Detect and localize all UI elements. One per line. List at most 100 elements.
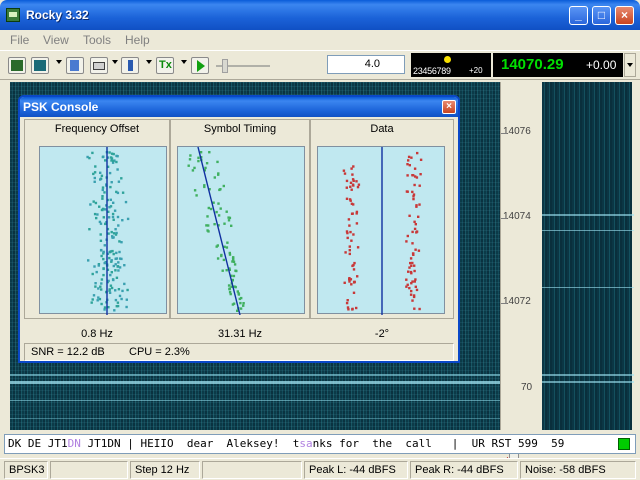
- scatter-point: [209, 207, 213, 211]
- menu-file[interactable]: File: [10, 33, 29, 47]
- waterfall-dropdown-icon[interactable]: [56, 60, 62, 64]
- scatter-point: [236, 290, 239, 293]
- scatter-point: [225, 246, 229, 249]
- scatter-point: [220, 253, 223, 257]
- frequency-offset-panel: Frequency Offset 0.8 Hz: [24, 119, 170, 340]
- scatter-point: [104, 159, 107, 162]
- scatter-point: [203, 185, 206, 189]
- scatter-point: [99, 171, 102, 174]
- symbol-timing-scatter: [187, 146, 245, 316]
- scatter-point: [232, 258, 235, 261]
- digit-offset: +20: [469, 66, 483, 75]
- scatter-point: [109, 198, 112, 201]
- scatter-point: [108, 291, 112, 294]
- scatter-point: [232, 302, 236, 305]
- scatter-point: [191, 169, 195, 172]
- scatter-point: [411, 190, 414, 194]
- scatter-point: [96, 299, 99, 302]
- scatter-point: [408, 286, 411, 290]
- scatter-point: [349, 230, 352, 234]
- close-button[interactable]: ×: [615, 6, 634, 25]
- receive-icon: [11, 60, 23, 71]
- frequency-offset: +0.00: [586, 58, 617, 72]
- scatter-point: [355, 306, 358, 310]
- transmit-tool-button[interactable]: Tx: [156, 57, 174, 74]
- scatter-point: [110, 286, 114, 290]
- speed-input[interactable]: 4.0: [327, 55, 405, 74]
- scatter-point: [206, 215, 209, 218]
- receive-tool-button[interactable]: [8, 57, 26, 74]
- console-close-button[interactable]: ×: [442, 100, 456, 114]
- menu-view[interactable]: View: [43, 33, 69, 47]
- scatter-point: [112, 159, 115, 163]
- scatter-point: [101, 188, 104, 192]
- scatter-point: [109, 250, 112, 254]
- scatter-point: [125, 298, 128, 301]
- scatter-point: [350, 239, 353, 242]
- scatter-point: [114, 257, 117, 260]
- mode-status[interactable]: BPSK3: [4, 461, 48, 479]
- mic-dropdown-icon[interactable]: [146, 60, 152, 64]
- scatter-point: [348, 252, 351, 256]
- frequency-scale[interactable]: 14076 14074 14072 70: [500, 82, 536, 478]
- scatter-point: [100, 278, 104, 281]
- scatter-point: [235, 269, 238, 273]
- scatter-point: [413, 307, 416, 310]
- scatter-point: [207, 206, 210, 210]
- scatter-point: [419, 173, 422, 176]
- scatter-point: [112, 218, 115, 221]
- mic-tool-button[interactable]: [121, 57, 139, 74]
- radio-tool-button[interactable]: [90, 57, 108, 74]
- radio-dropdown-icon[interactable]: [112, 60, 118, 64]
- scatter-point: [114, 228, 117, 231]
- wide-waterfall-display[interactable]: [540, 82, 634, 430]
- rx-text-faint: DN: [67, 437, 81, 450]
- scatter-point: [112, 201, 115, 204]
- menu-tools[interactable]: Tools: [83, 33, 111, 47]
- menu-help[interactable]: Help: [125, 33, 150, 47]
- scatter-point: [126, 217, 130, 221]
- scatter-point: [413, 264, 416, 267]
- scatter-point: [100, 254, 103, 258]
- scatter-point: [413, 269, 416, 273]
- step-status[interactable]: Step 12 Hz: [130, 461, 200, 479]
- scatter-point: [352, 233, 355, 236]
- scatter-point: [408, 164, 411, 167]
- scatter-point: [94, 165, 97, 168]
- scatter-point: [93, 176, 96, 180]
- scatter-point: [94, 282, 97, 285]
- scatter-point: [239, 307, 243, 310]
- panel-heading: Frequency Offset: [54, 123, 140, 135]
- frequency-dropdown[interactable]: [624, 53, 636, 77]
- symbol-timing-value: 31.31 Hz: [217, 328, 263, 340]
- digit-display[interactable]: 23456789 +20: [411, 53, 491, 77]
- frequency-display[interactable]: 14070.29 +0.00: [493, 53, 623, 77]
- scatter-point: [199, 151, 203, 154]
- scatter-point: [116, 304, 120, 308]
- play-tool-button[interactable]: [191, 57, 209, 74]
- scatter-point: [110, 230, 113, 234]
- decoded-text-line[interactable]: DK DE JT1DN JT1DN | HEIIO dear Aleksey! …: [4, 434, 636, 454]
- scatter-point: [111, 212, 115, 216]
- slider-thumb[interactable]: [222, 59, 228, 73]
- scatter-point: [100, 282, 103, 285]
- scatter-point: [120, 257, 123, 261]
- scatter-point: [207, 224, 210, 227]
- minimize-button[interactable]: _: [569, 6, 588, 25]
- level-slider[interactable]: [216, 59, 270, 73]
- waterfall-tool-button[interactable]: [31, 57, 49, 74]
- scatter-point: [102, 257, 105, 261]
- scatter-point: [89, 203, 92, 206]
- scatter-point: [413, 167, 417, 170]
- maximize-button[interactable]: □: [592, 6, 611, 25]
- scale-tick: [501, 133, 507, 134]
- scatter-point: [88, 228, 91, 231]
- transmit-dropdown-icon[interactable]: [181, 60, 187, 64]
- scatter-point: [352, 179, 355, 182]
- scatter-point: [407, 270, 410, 273]
- scatter-point: [345, 197, 349, 200]
- soundcard-tool-button[interactable]: [66, 57, 84, 74]
- scatter-point: [418, 307, 421, 311]
- scatter-point: [102, 267, 105, 270]
- scatter-point: [225, 269, 228, 272]
